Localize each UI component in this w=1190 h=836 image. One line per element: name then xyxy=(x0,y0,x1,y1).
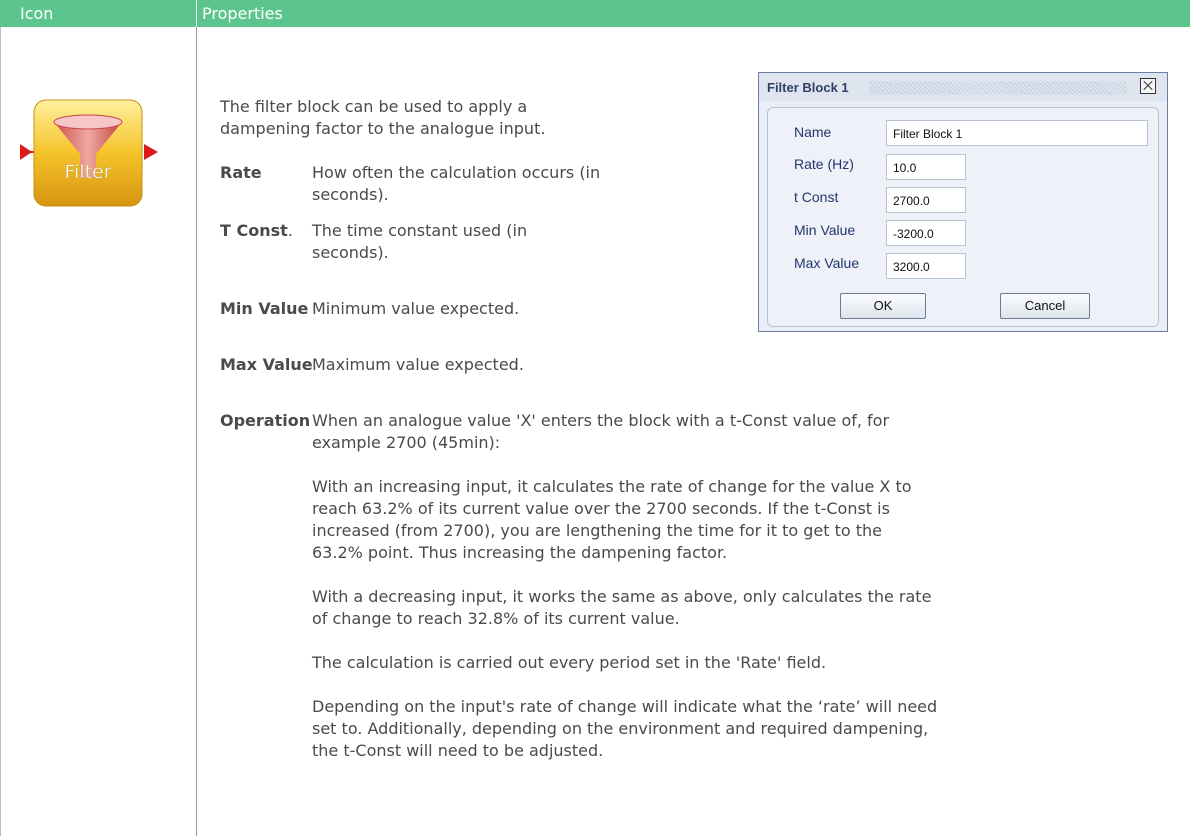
close-icon[interactable] xyxy=(1140,78,1156,94)
max-value-field[interactable]: 3200.0 xyxy=(886,253,966,279)
dialog-title: Filter Block 1 xyxy=(767,80,849,95)
op-p4-line-1: Depending on the input's rate of change … xyxy=(312,697,938,716)
max-value-label: Max Value xyxy=(220,355,313,374)
min-value-field-label: Min Value xyxy=(794,222,856,238)
tconst-label: T Const. xyxy=(220,221,293,240)
intro-line-2: dampening factor to the analogue input. xyxy=(220,119,546,138)
op-p1-line-2: reach 63.2% of its current value over th… xyxy=(312,499,890,518)
op-p2-line-1: With a decreasing input, it works the sa… xyxy=(312,587,932,606)
op-p1-line-4: 63.2% point. Thus increasing the dampeni… xyxy=(312,543,728,562)
rate-desc-2: seconds). xyxy=(312,185,389,204)
operation-label: Operation xyxy=(220,411,311,430)
filter-block-icon: Filter xyxy=(20,99,158,207)
op-p3-line-1: The calculation is carried out every per… xyxy=(312,653,827,672)
tconst-desc-2: seconds). xyxy=(312,243,389,262)
dialog-title-bar[interactable]: Filter Block 1 xyxy=(759,73,1167,101)
min-value-field[interactable]: -3200.0 xyxy=(886,220,966,246)
name-field-label: Name xyxy=(794,124,832,140)
filter-block-dialog: Filter Block 1 Name Filter Block 1 Rate … xyxy=(758,72,1168,332)
tconst-field-label: t Const xyxy=(794,189,839,205)
dialog-form-panel: Name Filter Block 1 Rate (Hz) 10.0 t Con… xyxy=(767,107,1159,327)
min-value-label: Min Value xyxy=(220,299,309,318)
rate-desc-1: How often the calculation occurs (in xyxy=(312,163,601,182)
table-header: Icon Properties xyxy=(0,0,1190,27)
operation-line-2: example 2700 (45min): xyxy=(312,433,501,452)
min-value-desc: Minimum value expected. xyxy=(312,299,520,318)
header-separator xyxy=(196,0,197,27)
max-value-desc: Maximum value expected. xyxy=(312,355,524,374)
header-properties-column: Properties xyxy=(202,4,283,23)
operation-line-1: When an analogue value 'X' enters the bl… xyxy=(312,411,890,430)
title-bar-grip xyxy=(869,81,1127,95)
op-p4-line-2: set to. Additionally, depending on the e… xyxy=(312,719,929,738)
tconst-field[interactable]: 2700.0 xyxy=(886,187,966,213)
intro-line-1: The filter block can be used to apply a xyxy=(220,97,528,116)
op-p1-line-3: increased (from 2700), you are lengtheni… xyxy=(312,521,883,540)
tconst-desc-1: The time constant used (in xyxy=(312,221,528,240)
op-p1-line-1: With an increasing input, it calculates … xyxy=(312,477,912,496)
op-p2-line-2: of change to reach 32.8% of its current … xyxy=(312,609,680,628)
column-divider xyxy=(196,27,197,836)
rate-field-label: Rate (Hz) xyxy=(794,156,854,172)
header-icon-column: Icon xyxy=(20,4,54,23)
name-field[interactable]: Filter Block 1 xyxy=(886,120,1148,146)
filter-icon-label: Filter xyxy=(64,161,111,183)
rate-field[interactable]: 10.0 xyxy=(886,154,966,180)
op-p4-line-3: the t-Const will need to be adjusted. xyxy=(312,741,604,760)
rate-label: Rate xyxy=(220,163,262,182)
ok-button[interactable]: OK xyxy=(840,293,926,319)
max-value-field-label: Max Value xyxy=(794,255,860,271)
cancel-button[interactable]: Cancel xyxy=(1000,293,1090,319)
